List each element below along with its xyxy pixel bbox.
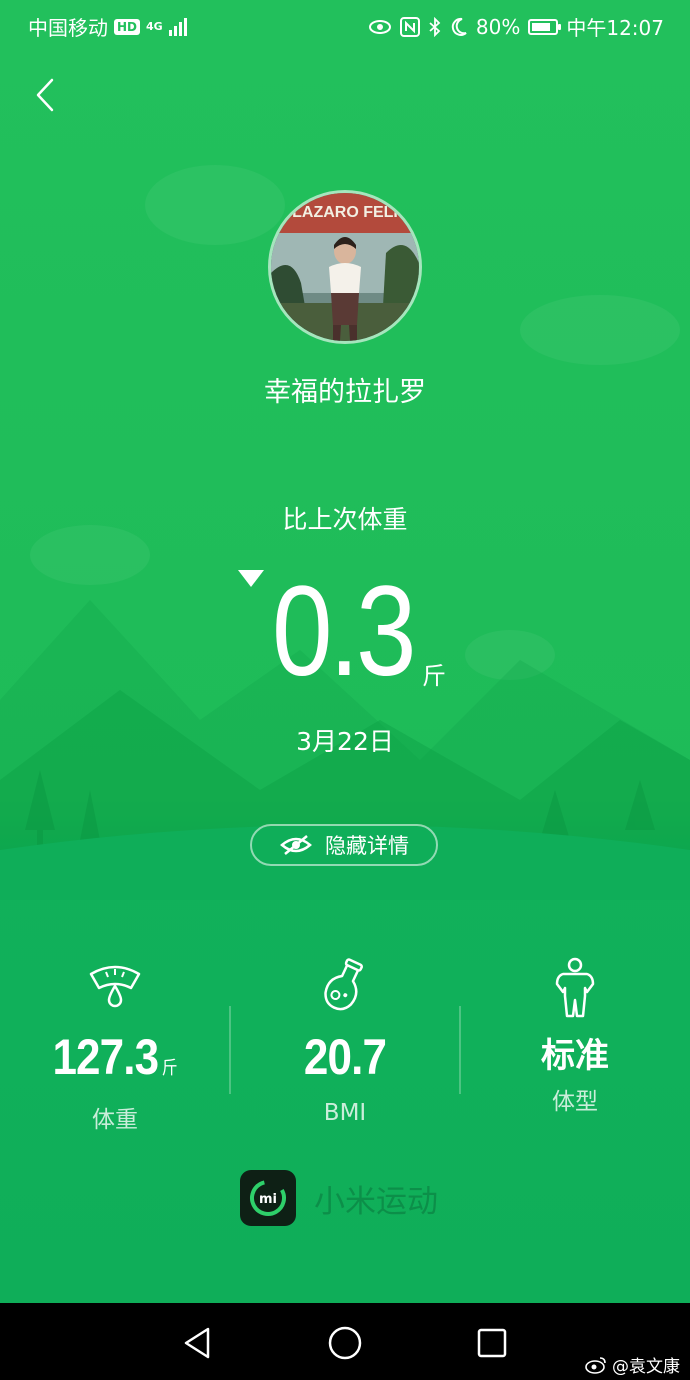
measurement-date: 3月22日: [296, 727, 394, 756]
nfc-icon: [399, 16, 420, 37]
app-screen: 中国移动 HD 4G 80% 中午12:07 LAZARO FELI 幸福的拉扎…: [0, 0, 690, 1303]
avatar-image: LAZARO FELI: [271, 193, 419, 341]
weight-compare-label: 比上次体重: [282, 505, 408, 534]
username: 幸福的拉扎罗: [264, 377, 426, 408]
carrier-label: 中国移动: [28, 16, 108, 40]
decrease-arrow-icon: [238, 570, 264, 587]
body-type-value: 标准: [541, 1036, 609, 1076]
network-type: 4G: [146, 20, 163, 33]
weibo-icon: [585, 1356, 606, 1374]
hide-details-button[interactable]: 隐藏详情: [250, 824, 438, 866]
watermark: @袁文康: [584, 1352, 680, 1377]
weight-label: 体重: [92, 1107, 138, 1133]
triangle-back-icon: [184, 1327, 210, 1359]
nav-recents-button[interactable]: [472, 1323, 512, 1363]
status-bar: 中国移动 HD 4G 80% 中午12:07: [0, 0, 690, 48]
signal-icon: [168, 17, 187, 36]
chevron-left-icon: [36, 78, 54, 112]
battery-icon: [528, 18, 562, 35]
mi-fit-logo: mi: [240, 1170, 296, 1226]
nav-back-button[interactable]: [178, 1323, 218, 1363]
mi-logo-text: mi: [259, 1192, 277, 1207]
body-figure-icon: [555, 957, 595, 1018]
avatar-title-text: LAZARO FELI: [292, 204, 398, 221]
back-button[interactable]: [28, 70, 68, 120]
body-type-label: 体型: [552, 1089, 598, 1115]
stat-body-type[interactable]: 标准 体型: [460, 950, 690, 1115]
avatar[interactable]: LAZARO FELI: [268, 190, 422, 344]
bmi-value: 20.7: [303, 1029, 387, 1085]
stat-bmi[interactable]: 20.7 BMI: [230, 950, 460, 1126]
watermark-text: @袁文康: [612, 1357, 680, 1377]
stat-weight[interactable]: 127.3 斤 体重: [0, 950, 230, 1133]
brand-name: 小米运动: [314, 1183, 438, 1220]
brand-footer: mi 小米运动: [240, 1170, 438, 1226]
eye-off-icon: [280, 835, 312, 855]
weight-value: 127.3: [52, 1029, 159, 1085]
stats-panel: 127.3 斤 体重 20.7 BMI 标准 体型: [0, 950, 690, 1150]
hd-badge: HD: [114, 18, 141, 35]
clock: 中午12:07: [566, 16, 664, 40]
background-landscape: [0, 165, 690, 900]
square-recents-icon: [477, 1328, 507, 1358]
hide-details-label: 隐藏详情: [325, 834, 409, 858]
bluetooth-icon: [429, 16, 441, 37]
do-not-disturb-moon-icon: [451, 17, 467, 36]
weight-value-row: 127.3 斤: [14, 1028, 216, 1086]
weight-unit: 斤: [161, 1058, 178, 1078]
scale-icon: [89, 965, 141, 1008]
flask-icon: [324, 958, 363, 1011]
nav-home-button[interactable]: [325, 1323, 365, 1363]
bmi-label: BMI: [323, 1100, 367, 1126]
eye-comfort-icon: [368, 19, 391, 34]
battery-percent: 80%: [475, 14, 521, 39]
circle-home-icon: [328, 1326, 362, 1360]
divider: [229, 1006, 231, 1094]
weight-change-value: 0.3: [272, 560, 416, 703]
weight-change-unit: 斤: [422, 662, 446, 690]
